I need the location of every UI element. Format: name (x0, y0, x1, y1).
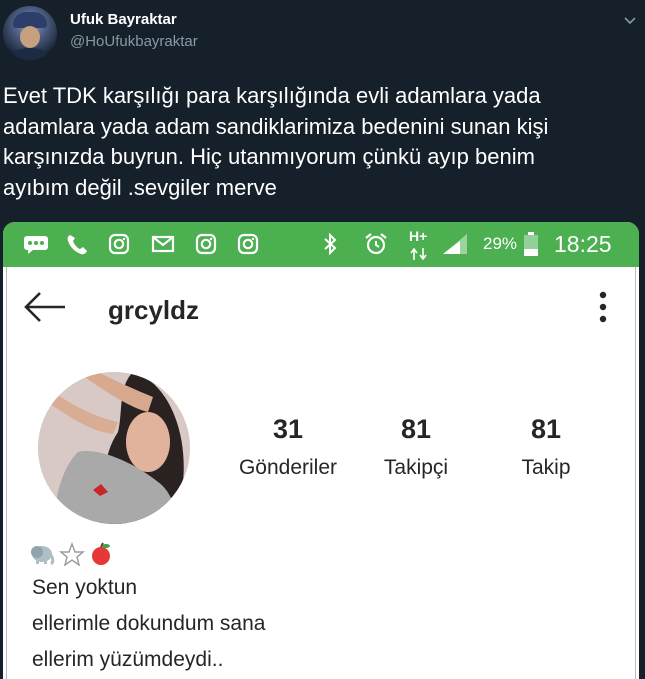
data-arrows-icon (410, 248, 427, 260)
more-options-icon[interactable] (599, 290, 607, 324)
tweet-text: Evet TDK karşılığı para karşılığında evl… (3, 83, 549, 200)
avatar[interactable] (3, 6, 57, 60)
followers-label[interactable]: Takipçi (351, 456, 481, 480)
chevron-down-icon[interactable] (623, 14, 637, 28)
display-name[interactable]: Ufuk Bayraktar (70, 11, 177, 28)
tweet-media-image[interactable]: H+ 29% 18:25 grcyldz 31 Gönderiler 81 Ta… (3, 222, 639, 679)
network-type: H+ (409, 228, 428, 244)
alarm-icon (365, 233, 387, 255)
instagram-icon (195, 233, 217, 255)
posts-count: 31 (272, 414, 304, 444)
back-arrow-icon[interactable] (23, 291, 67, 323)
battery-icon (524, 232, 538, 256)
following-count[interactable]: 81 (491, 414, 601, 445)
android-status-bar: H+ 29% 18:25 (3, 222, 639, 267)
instagram-icon (237, 233, 259, 255)
tweet-header: Ufuk Bayraktar @HoUfukbayraktar (0, 0, 645, 70)
instagram-icon (108, 233, 130, 255)
bio-emoji (31, 542, 110, 566)
message-icon (24, 236, 48, 254)
bio-line: ellerimle dokundum sana (32, 612, 266, 635)
followers-count[interactable]: 81 (361, 414, 471, 445)
clock: 18:25 (554, 231, 612, 257)
bio-line: ellerim yüzümdeydi.. (32, 648, 224, 671)
mail-icon (151, 235, 175, 253)
bluetooth-icon (324, 233, 337, 255)
phone-icon (67, 235, 87, 255)
posts-label: Gönderiler (238, 456, 338, 479)
following-label[interactable]: Takip (481, 456, 611, 480)
profile-username: grcyldz (108, 295, 200, 325)
user-handle[interactable]: @HoUfukbayraktar (70, 33, 198, 50)
battery-percent: 29% (483, 234, 518, 253)
signal-icon (443, 234, 467, 254)
profile-picture[interactable] (38, 372, 190, 524)
bio-line: Sen yoktun (32, 576, 138, 599)
